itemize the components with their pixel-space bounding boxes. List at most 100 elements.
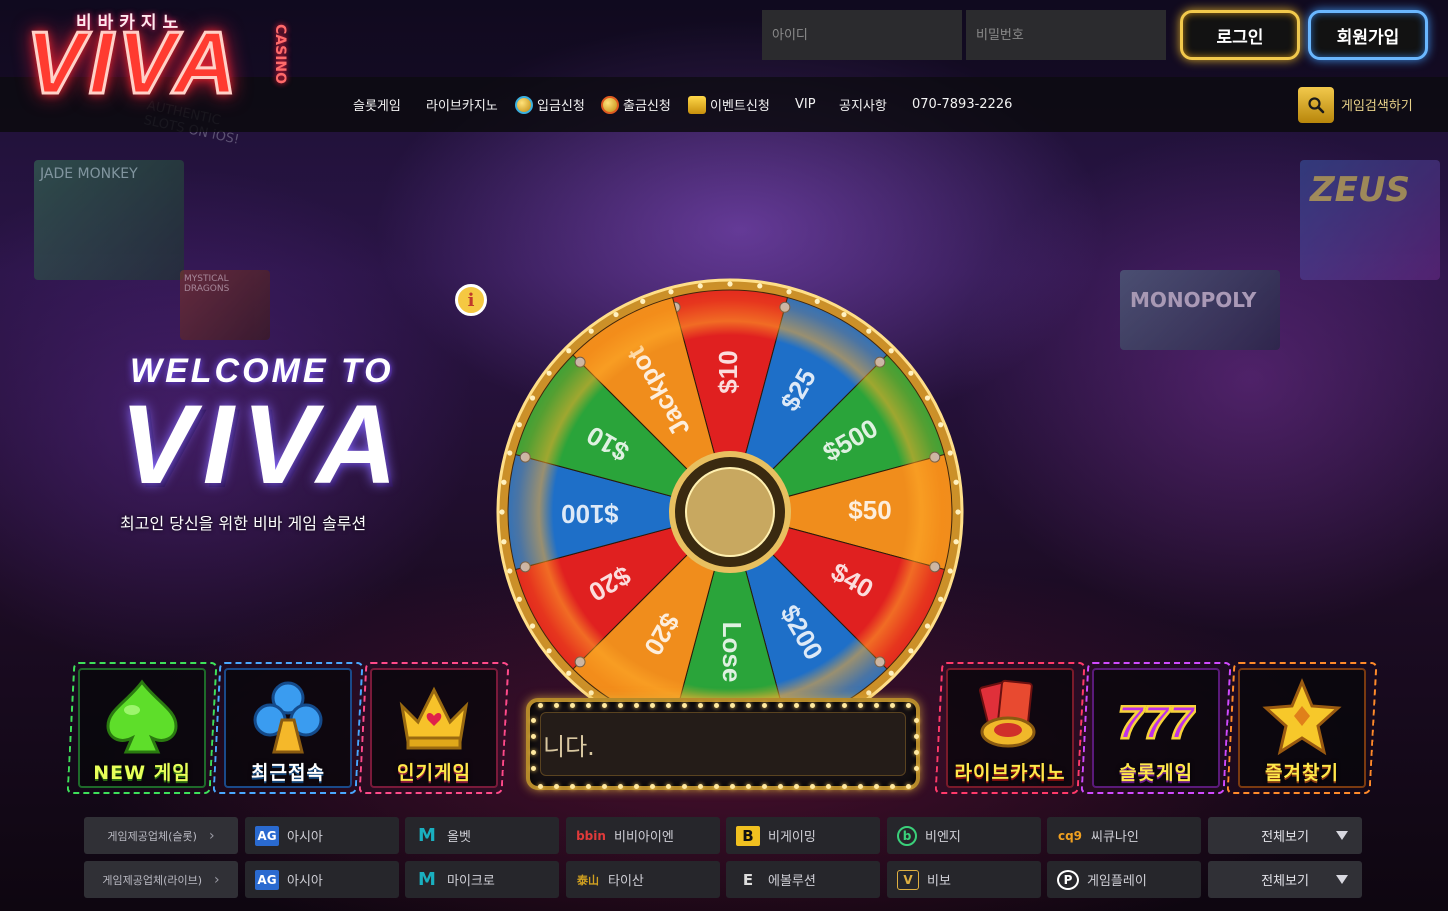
bng-logo-icon: b bbox=[897, 825, 917, 846]
card-live-casino[interactable]: 라이브카지노 bbox=[934, 662, 1086, 794]
site-logo[interactable]: VIVA 비바카지노 CASINO bbox=[20, 4, 320, 122]
marquee-bulb bbox=[762, 784, 767, 789]
marquee-bulb bbox=[682, 784, 687, 789]
marquee-bulb bbox=[762, 703, 767, 708]
gameplay-logo-icon: P bbox=[1057, 869, 1079, 890]
provider-item[interactable]: 泰山 타이산 bbox=[566, 861, 720, 898]
marquee-bulb bbox=[650, 784, 655, 789]
marquee-bulb bbox=[730, 784, 735, 789]
card-popular[interactable]: 인기게임 bbox=[358, 662, 510, 794]
marquee-bulb bbox=[890, 703, 895, 708]
marquee-bulb bbox=[634, 703, 639, 708]
marquee-bulb bbox=[842, 703, 847, 708]
nav-vip[interactable]: VIP bbox=[795, 77, 816, 132]
provider-item[interactable]: bbin 비비아이엔 bbox=[566, 817, 720, 854]
marquee-bulb bbox=[531, 766, 536, 771]
bg-slot-sign: ZEUS bbox=[1300, 160, 1440, 280]
provider-item[interactable]: AG 아시아 bbox=[245, 817, 399, 854]
nav-deposit[interactable]: 입금신청 bbox=[515, 77, 585, 132]
provider-row-live-label[interactable]: 게임제공업체(라이브) › bbox=[84, 861, 238, 898]
view-all-live-providers[interactable]: 전체보기 bbox=[1208, 861, 1362, 898]
marquee-bulb bbox=[746, 703, 751, 708]
password-input[interactable] bbox=[966, 10, 1166, 60]
provider-item[interactable]: P 게임플레이 bbox=[1047, 861, 1201, 898]
provider-item[interactable]: M 올벳 bbox=[405, 817, 559, 854]
nav-live-casino[interactable]: 라이브카지노 bbox=[426, 77, 498, 132]
username-input[interactable] bbox=[762, 10, 962, 60]
marquee-bulb bbox=[634, 784, 639, 789]
marquee-bulb bbox=[810, 703, 815, 708]
marquee-bulb bbox=[858, 703, 863, 708]
marquee-bulb bbox=[602, 784, 607, 789]
provider-item[interactable]: AG 아시아 bbox=[245, 861, 399, 898]
marquee-bulb bbox=[698, 703, 703, 708]
marquee-bulb bbox=[794, 784, 799, 789]
dropdown-arrow-icon bbox=[1336, 831, 1348, 840]
crown-icon bbox=[399, 686, 469, 750]
marquee-text: 니다. bbox=[543, 732, 595, 761]
marquee-bulb bbox=[914, 718, 919, 723]
nav-withdraw[interactable]: 출금신청 bbox=[601, 77, 671, 132]
marquee-bulb bbox=[906, 703, 911, 708]
nav-phone[interactable]: 070-7893-2226 bbox=[912, 77, 1012, 132]
login-button[interactable]: 로그인 bbox=[1180, 10, 1300, 60]
marquee-bulb bbox=[914, 766, 919, 771]
marquee-bulb bbox=[778, 784, 783, 789]
marquee-bulb bbox=[874, 703, 879, 708]
marquee-bulb bbox=[906, 784, 911, 789]
card-favorites[interactable]: 즐겨찾기 bbox=[1226, 662, 1378, 794]
bg-slot-sign: MONOPOLY bbox=[1120, 270, 1280, 350]
card-label: 즐겨찾기 bbox=[1265, 762, 1339, 784]
logo-casino: CASINO bbox=[272, 24, 288, 85]
marquee-bulb bbox=[730, 703, 735, 708]
provider-item[interactable]: V 비보 bbox=[887, 861, 1041, 898]
svg-text:777: 777 bbox=[1118, 696, 1196, 748]
card-label: 최근접속 bbox=[251, 762, 325, 784]
join-button[interactable]: 회원가입 bbox=[1308, 10, 1428, 60]
nav-event[interactable]: 이벤트신청 bbox=[688, 77, 770, 132]
marquee-bulb bbox=[858, 784, 863, 789]
card-label: 라이브카지노 bbox=[954, 762, 1066, 784]
provider-row-slot-label[interactable]: 게임제공업체(슬롯) › bbox=[84, 817, 238, 854]
search-icon bbox=[1308, 97, 1325, 114]
microgaming-logo-icon: M bbox=[418, 869, 436, 890]
marquee-bulb bbox=[890, 784, 895, 789]
allbet-logo-icon: M bbox=[418, 825, 436, 846]
view-all-slot-providers[interactable]: 전체보기 bbox=[1208, 817, 1362, 854]
notice-marquee: 니다. bbox=[526, 698, 920, 790]
ag-logo-icon: AG bbox=[255, 825, 279, 846]
marquee-bulb bbox=[586, 784, 591, 789]
provider-item[interactable]: M 마이크로 bbox=[405, 861, 559, 898]
marquee-bulb bbox=[531, 750, 536, 755]
cards-chip-icon bbox=[979, 679, 1036, 748]
provider-item[interactable]: b 비엔지 bbox=[887, 817, 1041, 854]
marquee-bulb bbox=[650, 703, 655, 708]
game-search-label[interactable]: 게임검색하기 bbox=[1341, 95, 1413, 114]
nav-slot-games[interactable]: 슬롯게임 bbox=[353, 77, 401, 132]
marquee-bulb bbox=[531, 734, 536, 739]
card-recent[interactable]: 최근접속 bbox=[212, 662, 364, 794]
card-new-games[interactable]: NEW 게임 bbox=[66, 662, 218, 794]
ag-logo-icon: AG bbox=[255, 869, 279, 890]
withdraw-coin-icon bbox=[601, 95, 619, 114]
bg-slot-sign: MYSTICAL DRAGONS bbox=[180, 270, 270, 340]
marquee-bulb bbox=[810, 784, 815, 789]
logo-subtitle: 비바카지노 bbox=[76, 13, 185, 33]
marquee-bulb bbox=[826, 703, 831, 708]
marquee-bulb bbox=[914, 734, 919, 739]
marquee-bulb bbox=[698, 784, 703, 789]
card-slot-games[interactable]: 777 슬롯게임 bbox=[1080, 662, 1232, 794]
prize-wheel[interactable]: $10$25$500$50$40$200Lose$20$20$100$10Jac… bbox=[480, 262, 980, 762]
marquee-bulb bbox=[826, 784, 831, 789]
marquee-bulb bbox=[602, 703, 607, 708]
provider-item[interactable]: cq9 씨큐나인 bbox=[1047, 817, 1201, 854]
marquee-bulb bbox=[570, 784, 575, 789]
marquee-bulb bbox=[874, 784, 879, 789]
cq9-logo-icon: cq9 bbox=[1057, 828, 1083, 843]
marquee-bulb bbox=[714, 703, 719, 708]
game-search-button[interactable] bbox=[1298, 87, 1334, 123]
777-icon: 777 bbox=[1116, 695, 1196, 750]
nav-notice[interactable]: 공지사항 bbox=[839, 77, 887, 132]
provider-item[interactable]: B 비게이밍 bbox=[726, 817, 880, 854]
provider-item[interactable]: E 에볼루션 bbox=[726, 861, 880, 898]
